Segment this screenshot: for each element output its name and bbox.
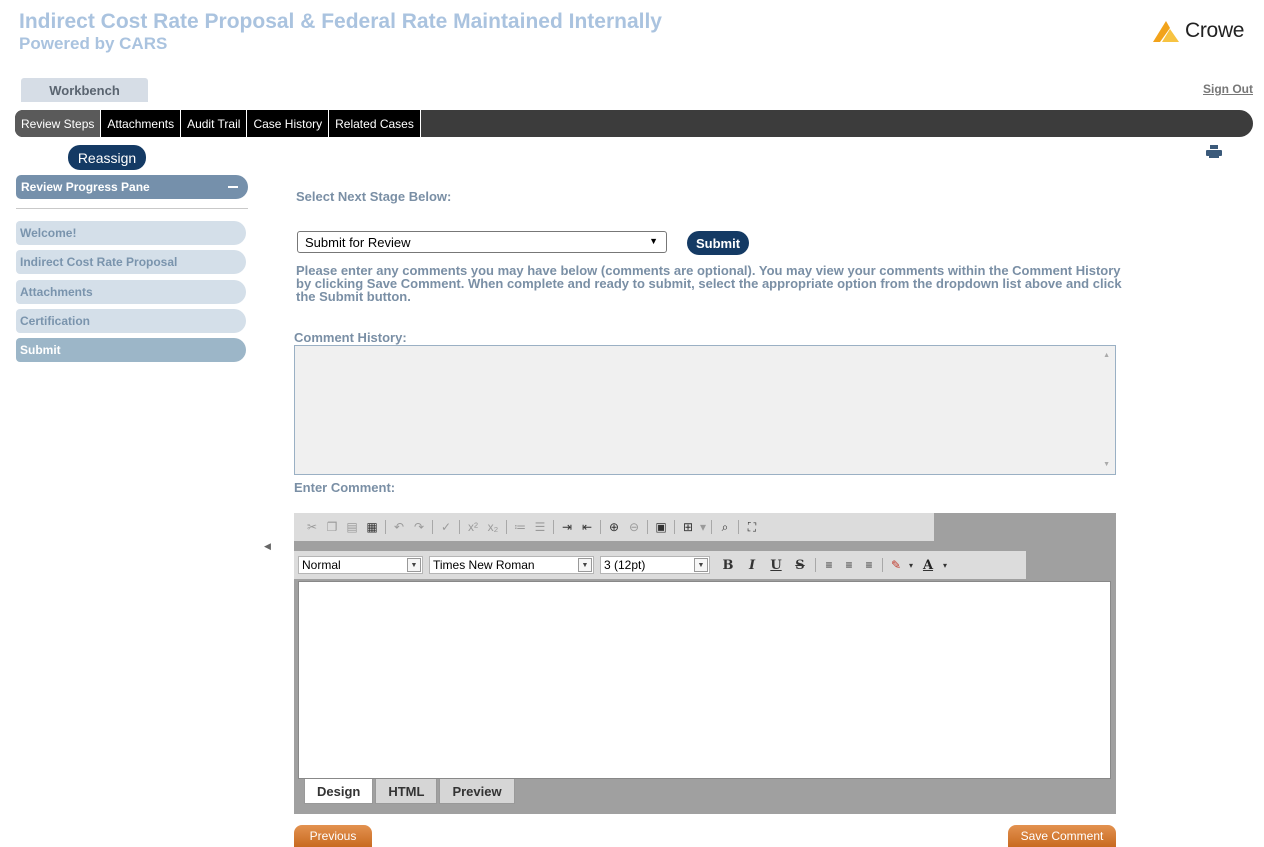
crowe-logo: Crowe bbox=[1151, 17, 1244, 45]
font-color-icon[interactable]: A bbox=[916, 556, 940, 574]
case-tab-bar: Review Steps Attachments Audit Trail Cas… bbox=[15, 110, 1253, 137]
strikethrough-icon[interactable]: S bbox=[788, 556, 812, 574]
comment-history-label: Comment History: bbox=[294, 330, 407, 345]
font-name-value: Times New Roman bbox=[433, 558, 535, 572]
toolbar-separator bbox=[553, 520, 554, 534]
collapse-pane-icon[interactable] bbox=[228, 186, 238, 188]
font-size-value: 3 (12pt) bbox=[604, 558, 646, 572]
redo-icon[interactable]: ↷ bbox=[409, 518, 429, 536]
toolbar-separator bbox=[711, 520, 712, 534]
chevron-down-icon: ▼ bbox=[694, 558, 708, 572]
copy-icon[interactable]: ❐ bbox=[322, 518, 342, 536]
save-comment-button[interactable]: Save Comment bbox=[1008, 825, 1116, 847]
paste-icon[interactable]: ▤ bbox=[342, 518, 362, 536]
step-welcome[interactable]: Welcome! bbox=[16, 221, 246, 245]
logo-text: Crowe bbox=[1185, 19, 1245, 42]
chevron-down-icon: ▼ bbox=[407, 558, 421, 572]
scroll-down-icon[interactable]: ▼ bbox=[1103, 461, 1110, 468]
toolbar-separator bbox=[674, 520, 675, 534]
tab-attachments[interactable]: Attachments bbox=[101, 110, 182, 137]
step-attachments[interactable]: Attachments bbox=[16, 280, 246, 304]
review-progress-pane-title: Review Progress Pane bbox=[21, 180, 150, 194]
comment-edit-area[interactable] bbox=[298, 581, 1111, 779]
app-subtitle: Powered by CARS bbox=[19, 34, 168, 53]
tab-html[interactable]: HTML bbox=[375, 779, 438, 804]
chevron-down-icon: ▼ bbox=[578, 558, 592, 572]
toolbar-separator bbox=[600, 520, 601, 534]
editor-mode-tabs: Design HTML Preview bbox=[304, 779, 517, 804]
insert-table-icon[interactable]: ⊞ bbox=[678, 518, 698, 536]
align-center-icon[interactable]: ≡ bbox=[839, 556, 859, 574]
paste-from-word-icon[interactable]: ▦ bbox=[362, 518, 382, 536]
spellcheck-icon[interactable]: ✓ bbox=[436, 518, 456, 536]
highlight-dropdown-icon[interactable]: ▾ bbox=[906, 556, 916, 574]
paragraph-style-select[interactable]: Normal ▼ bbox=[298, 556, 423, 574]
insert-image-icon[interactable]: ▣ bbox=[651, 518, 671, 536]
review-progress-pane-header: Review Progress Pane bbox=[16, 175, 248, 199]
toolbar-separator bbox=[459, 520, 460, 534]
fullscreen-icon[interactable]: ⛶ bbox=[742, 518, 762, 536]
italic-icon[interactable]: I bbox=[740, 556, 764, 574]
submit-button[interactable]: Submit bbox=[687, 231, 749, 255]
tab-preview[interactable]: Preview bbox=[439, 779, 515, 804]
insert-link-icon[interactable]: ⊕ bbox=[604, 518, 624, 536]
highlight-color-icon[interactable]: ✎ bbox=[886, 556, 906, 574]
paragraph-style-value: Normal bbox=[302, 558, 341, 572]
editor-toolbar-row-2: Normal ▼ Times New Roman ▼ 3 (12pt) ▼ B … bbox=[294, 551, 1026, 579]
stage-select[interactable]: Submit for Review ▼ bbox=[297, 231, 667, 253]
pane-divider bbox=[16, 208, 248, 209]
numbered-list-icon[interactable]: ≔ bbox=[510, 518, 530, 536]
bulleted-list-icon[interactable]: ☰ bbox=[530, 518, 550, 536]
step-indirect-cost-rate-proposal[interactable]: Indirect Cost Rate Proposal bbox=[16, 250, 246, 274]
find-replace-icon[interactable]: ⌕ bbox=[715, 518, 735, 536]
tab-review-steps[interactable]: Review Steps bbox=[15, 110, 102, 137]
step-certification[interactable]: Certification bbox=[16, 309, 246, 333]
dropdown-arrow-icon: ▼ bbox=[649, 236, 658, 246]
underline-icon[interactable]: U bbox=[764, 556, 788, 574]
bold-icon[interactable]: B bbox=[716, 556, 740, 574]
comment-editor: ✂ ❐ ▤ ▦ ↶ ↷ ✓ x² x₂ ≔ ☰ ⇥ ⇤ ⊕ ⊖ ▣ ⊞ ▾ ⌕ … bbox=[294, 513, 1116, 814]
outdent-icon[interactable]: ⇤ bbox=[577, 518, 597, 536]
toolbar-separator bbox=[738, 520, 739, 534]
toolbar-separator bbox=[432, 520, 433, 534]
editor-toolbar-row-1: ✂ ❐ ▤ ▦ ↶ ↷ ✓ x² x₂ ≔ ☰ ⇥ ⇤ ⊕ ⊖ ▣ ⊞ ▾ ⌕ … bbox=[294, 513, 934, 541]
previous-button[interactable]: Previous bbox=[294, 825, 372, 847]
scroll-up-icon[interactable]: ▲ bbox=[1103, 352, 1110, 359]
tab-related-cases[interactable]: Related Cases bbox=[329, 110, 421, 137]
enter-comment-label: Enter Comment: bbox=[294, 480, 396, 495]
collapse-left-arrow-icon[interactable]: ◀ bbox=[264, 541, 271, 552]
print-icon[interactable] bbox=[1206, 145, 1222, 158]
undo-icon[interactable]: ↶ bbox=[389, 518, 409, 536]
comment-history-box[interactable]: ▲ ▼ bbox=[294, 345, 1116, 475]
font-size-select[interactable]: 3 (12pt) ▼ bbox=[600, 556, 710, 574]
tab-design[interactable]: Design bbox=[304, 779, 374, 804]
superscript-icon[interactable]: x² bbox=[463, 518, 483, 536]
align-left-icon[interactable]: ≡ bbox=[819, 556, 839, 574]
stage-select-value: Submit for Review bbox=[305, 234, 411, 250]
instructions-text: Please enter any comments you may have b… bbox=[296, 263, 1122, 304]
app-title: Indirect Cost Rate Proposal & Federal Ra… bbox=[19, 10, 662, 33]
subscript-icon[interactable]: x₂ bbox=[483, 518, 503, 536]
toolbar-separator bbox=[815, 558, 816, 572]
tab-case-history[interactable]: Case History bbox=[247, 110, 330, 137]
align-right-icon[interactable]: ≡ bbox=[859, 556, 879, 574]
toolbar-separator bbox=[882, 558, 883, 572]
crowe-logo-icon bbox=[1153, 21, 1179, 42]
indent-icon[interactable]: ⇥ bbox=[557, 518, 577, 536]
step-submit[interactable]: Submit bbox=[16, 338, 246, 362]
toolbar-separator bbox=[647, 520, 648, 534]
select-stage-label: Select Next Stage Below: bbox=[296, 189, 452, 204]
toolbar-separator bbox=[506, 520, 507, 534]
font-color-dropdown-icon[interactable]: ▾ bbox=[940, 556, 950, 574]
reassign-button[interactable]: Reassign bbox=[68, 145, 146, 170]
font-name-select[interactable]: Times New Roman ▼ bbox=[429, 556, 594, 574]
cut-icon[interactable]: ✂ bbox=[302, 518, 322, 536]
remove-link-icon[interactable]: ⊖ bbox=[624, 518, 644, 536]
tab-audit-trail[interactable]: Audit Trail bbox=[181, 110, 248, 137]
workbench-tab[interactable]: Workbench bbox=[21, 78, 148, 102]
sign-out-link[interactable]: Sign Out bbox=[1203, 82, 1253, 96]
toolbar-separator bbox=[385, 520, 386, 534]
table-dropdown-icon[interactable]: ▾ bbox=[698, 518, 708, 536]
